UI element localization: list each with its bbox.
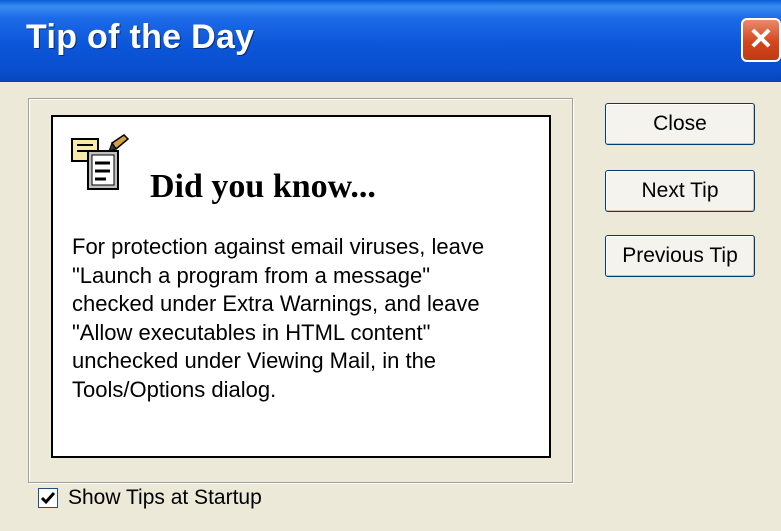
- tip-line: Tools/Options dialog.: [72, 376, 277, 402]
- tip-line: "Allow executables in HTML content": [72, 319, 431, 345]
- close-icon: ✕: [748, 23, 774, 56]
- show-tips-checkbox[interactable]: [38, 488, 58, 508]
- tip-line: "Launch a program from a message": [72, 262, 431, 288]
- previous-tip-button[interactable]: Previous Tip: [605, 235, 755, 277]
- title-bar[interactable]: Tip of the Day ✕: [0, 0, 781, 82]
- show-tips-label[interactable]: Show Tips at Startup: [68, 486, 262, 510]
- tip-text: For protection against email viruses, le…: [72, 233, 542, 404]
- close-button[interactable]: Close: [605, 103, 755, 145]
- did-you-know-heading: Did you know...: [150, 168, 376, 205]
- checkmark-icon: [40, 492, 56, 505]
- tip-document-icon: [71, 134, 130, 190]
- tip-line: unchecked under Viewing Mail, in the: [72, 348, 437, 373]
- next-tip-button[interactable]: Next Tip: [605, 170, 755, 212]
- tip-line: checked under Extra Warnings, and leave: [72, 291, 480, 316]
- tip-line: For protection against email viruses, le…: [72, 234, 485, 259]
- close-window-button[interactable]: ✕: [741, 18, 781, 62]
- show-tips-at-startup[interactable]: Show Tips at Startup: [38, 485, 262, 511]
- window-title: Tip of the Day: [26, 18, 255, 56]
